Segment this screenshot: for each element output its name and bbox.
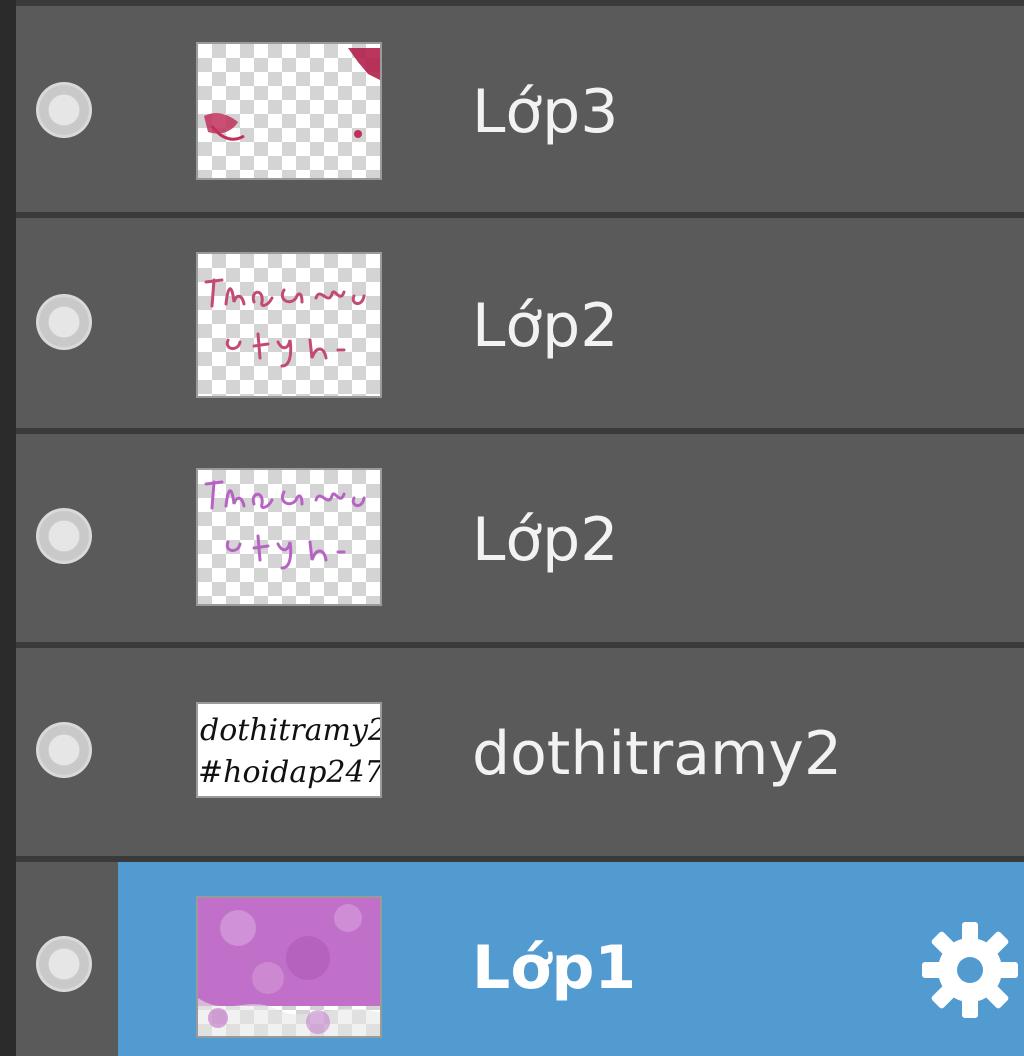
layer-row-lop2-purple[interactable]: Lớp2 [16,434,1024,642]
visibility-dot-icon[interactable] [36,82,92,138]
thumbnail-text-line-1: dothitramy2 [200,713,382,748]
layer-thumbnail: dothitramy2 #hoidap247 [196,702,382,798]
visibility-dot-icon[interactable] [36,508,92,564]
layer-thumbnail [196,896,382,1038]
visibility-dot-icon[interactable] [36,294,92,350]
layer-row-dothitramy2[interactable]: dothitramy2 #hoidap247 dothitramy2 [16,648,1024,856]
layer-row-lop3[interactable]: Lớp3 [16,6,1024,212]
layer-thumbnail [196,42,382,180]
visibility-dot-icon[interactable] [36,936,92,992]
layer-name: Lớp3 [472,77,619,147]
layer-thumbnail [196,252,382,398]
layer-name: Lớp2 [472,291,619,361]
layer-row-lop1-selected[interactable]: Lớp1 [16,862,1024,1056]
layer-thumbnail [196,468,382,606]
gear-icon[interactable] [918,918,1022,1022]
layers-panel: Lớp3 Lớp2 Lớp2 dothitramy2 #hoidap247 do… [0,0,1024,1056]
layer-name: Lớp1 [472,933,637,1003]
panel-left-edge [0,0,16,1056]
layer-row-lop2[interactable]: Lớp2 [16,218,1024,428]
visibility-dot-icon[interactable] [36,722,92,778]
thumbnail-text-line-2: #hoidap247 [198,755,382,790]
layer-name: dothitramy2 [472,719,843,789]
layer-name: Lớp2 [472,505,619,575]
